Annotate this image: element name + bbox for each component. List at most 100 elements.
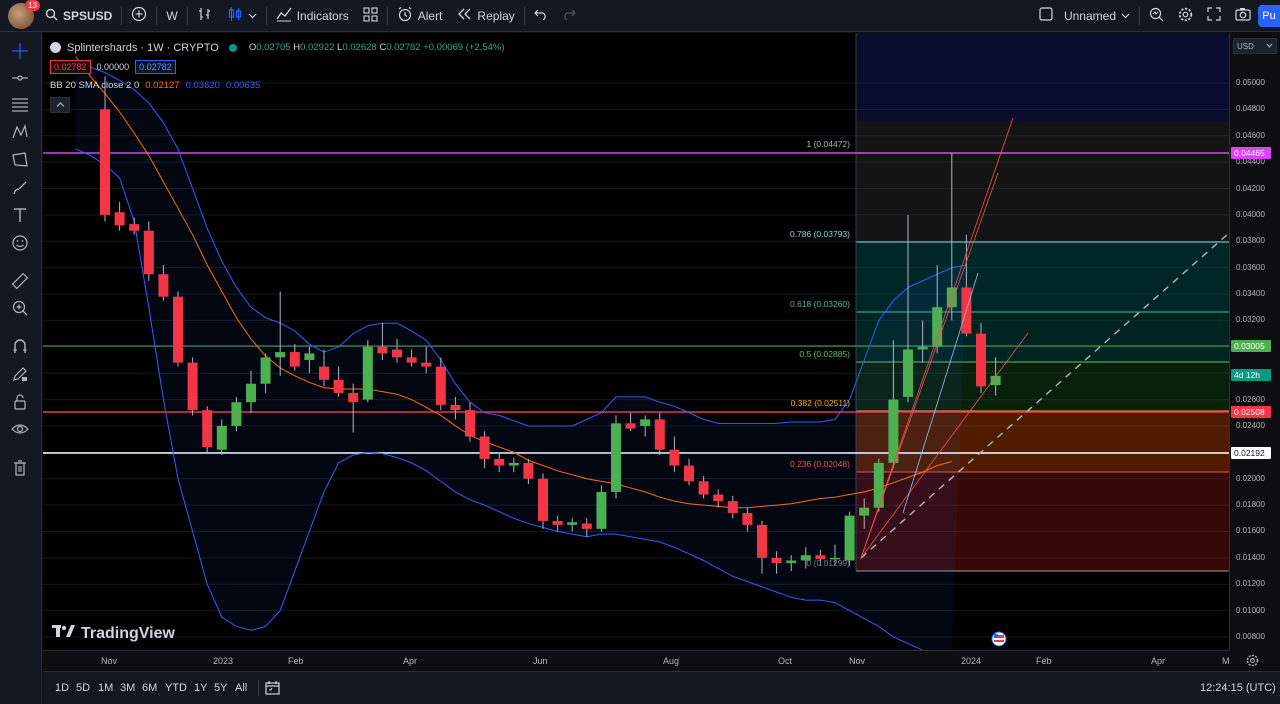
currency-label: USD: [1237, 41, 1254, 51]
text-icon: [11, 206, 29, 229]
lock-drawings-tool[interactable]: [9, 393, 31, 415]
trend-line-tool[interactable]: [9, 69, 31, 91]
redo-button[interactable]: [555, 0, 583, 32]
interval-button[interactable]: W: [159, 0, 184, 32]
bb-basis-value: 0.02127: [145, 80, 180, 91]
candle-body: [844, 515, 855, 561]
candles-style-button[interactable]: [220, 0, 264, 32]
alert-button[interactable]: Alert: [390, 0, 450, 32]
chart-pane[interactable]: 1 (0.04472) 0.786 (0.03793) 0.618 (0.032…: [43, 33, 1229, 650]
candle-body: [216, 425, 227, 450]
range-5y-button[interactable]: 5Y: [214, 682, 227, 694]
calendar-icon: [265, 681, 280, 698]
range-1d-button[interactable]: 1D: [55, 682, 69, 694]
crosshair-icon: [11, 42, 29, 65]
go-to-date-button[interactable]: [265, 680, 280, 698]
grid-icon: [363, 6, 378, 25]
text-tool[interactable]: [9, 206, 31, 228]
candle-body: [275, 352, 286, 358]
emoji-tool[interactable]: [9, 234, 31, 256]
hide-drawings-tool[interactable]: [9, 420, 31, 442]
zoom-tool[interactable]: [9, 299, 31, 321]
notification-badge: 13: [25, 0, 40, 11]
pattern-tool[interactable]: [9, 123, 31, 145]
range-6m-button[interactable]: 6M: [142, 682, 157, 694]
compare-symbol-button[interactable]: [124, 0, 154, 32]
publish-button[interactable]: Pu: [1258, 5, 1280, 27]
currency-select[interactable]: USD: [1233, 38, 1277, 54]
horizontal-ray-icon: [11, 69, 29, 92]
brush-icon: [11, 179, 29, 202]
crosshair-tool[interactable]: [9, 42, 31, 64]
settings-button[interactable]: [1171, 0, 1200, 32]
candle-body: [406, 357, 417, 363]
fib-tool[interactable]: [9, 96, 31, 118]
candle-body: [859, 507, 870, 516]
divider: [121, 6, 123, 25]
candle-body: [786, 560, 797, 564]
price-tick-label: 0.02400: [1236, 420, 1265, 430]
range-1m-button[interactable]: 1M: [98, 682, 113, 694]
fib-label-0236: 0.236 (0.02048): [790, 459, 850, 469]
quick-search-button[interactable]: [1142, 0, 1171, 32]
candle-body: [362, 346, 373, 400]
legend-title[interactable]: Splintershards · 1W · CRYPTO: [67, 42, 219, 54]
candle-body: [100, 109, 110, 215]
price-axis[interactable]: USD 0.05000 0.04800 0.04600 0.04400 0.04200 0…: [1229, 33, 1280, 650]
range-5d-button[interactable]: 5D: [76, 682, 90, 694]
range-3m-button[interactable]: 3M: [120, 682, 135, 694]
buy-price-box[interactable]: 0.02782: [135, 59, 176, 74]
rewind-icon: [456, 7, 472, 24]
chart-legend: Splintershards · 1W · CRYPTO O0.02705 H0…: [50, 38, 505, 114]
fullscreen-button[interactable]: [1200, 0, 1228, 32]
candle-body: [552, 520, 563, 525]
redo-icon: [562, 8, 576, 23]
bb-legend-row[interactable]: BB 20 SMA close 2 0 0.02127 0.03620 0.00…: [50, 76, 505, 95]
bars-icon: [197, 6, 213, 25]
layout-menu[interactable]: Unnamed: [1032, 0, 1137, 32]
shape-tool[interactable]: [9, 151, 31, 173]
range-ytd-button[interactable]: YTD: [165, 682, 187, 694]
tradingview-watermark[interactable]: TradingView: [52, 624, 175, 643]
indicators-button[interactable]: Indicators: [269, 0, 356, 32]
layout-name: Unnamed: [1063, 8, 1116, 23]
divider: [258, 680, 259, 696]
time-axis[interactable]: Nov 2023 Feb Apr Jun Aug Oct Nov 2024 Fe…: [43, 650, 1230, 670]
time-label: Jun: [533, 656, 548, 666]
brush-tool[interactable]: [9, 179, 31, 201]
candle-body: [684, 465, 694, 482]
time-label: Nov: [101, 656, 118, 666]
time-label: Feb: [1036, 656, 1052, 666]
templates-button[interactable]: [356, 0, 385, 32]
indicators-icon: [276, 6, 292, 25]
stay-in-drawing-tool[interactable]: [9, 365, 31, 387]
divider: [386, 6, 388, 25]
clock-time[interactable]: 12:24:15 (UTC): [1200, 682, 1276, 694]
collapse-legend-button[interactable]: [50, 96, 70, 113]
candle-body: [333, 379, 344, 393]
undo-button[interactable]: [527, 0, 555, 32]
remove-drawings-tool[interactable]: [9, 459, 31, 481]
candle-body: [450, 404, 461, 411]
candle-body: [640, 419, 651, 426]
scale-settings-button[interactable]: [1246, 654, 1259, 672]
sell-price-box[interactable]: 0.02782: [50, 59, 91, 74]
time-label: Feb: [288, 656, 304, 666]
snapshot-button[interactable]: [1228, 0, 1258, 32]
candle-body: [771, 557, 782, 564]
measure-tool[interactable]: [9, 272, 31, 294]
price-chart[interactable]: 1 (0.04472) 0.786 (0.03793) 0.618 (0.032…: [43, 33, 1229, 650]
user-avatar[interactable]: 13: [8, 0, 40, 29]
replay-button[interactable]: Replay: [449, 0, 521, 32]
range-1y-button[interactable]: 1Y: [194, 682, 207, 694]
symbol-logo-icon: [50, 42, 61, 53]
symbol-search[interactable]: SPSUSD: [38, 0, 119, 32]
candle-body: [158, 274, 169, 297]
indicators-label: Indicators: [296, 8, 349, 23]
candle-body: [567, 522, 578, 525]
price-tick-label: 0.01000: [1236, 605, 1265, 615]
magnet-tool[interactable]: [9, 337, 31, 359]
price-tag-green: 0.03005: [1231, 340, 1271, 352]
range-all-button[interactable]: All: [235, 682, 247, 694]
bar-style-button[interactable]: [190, 0, 220, 32]
